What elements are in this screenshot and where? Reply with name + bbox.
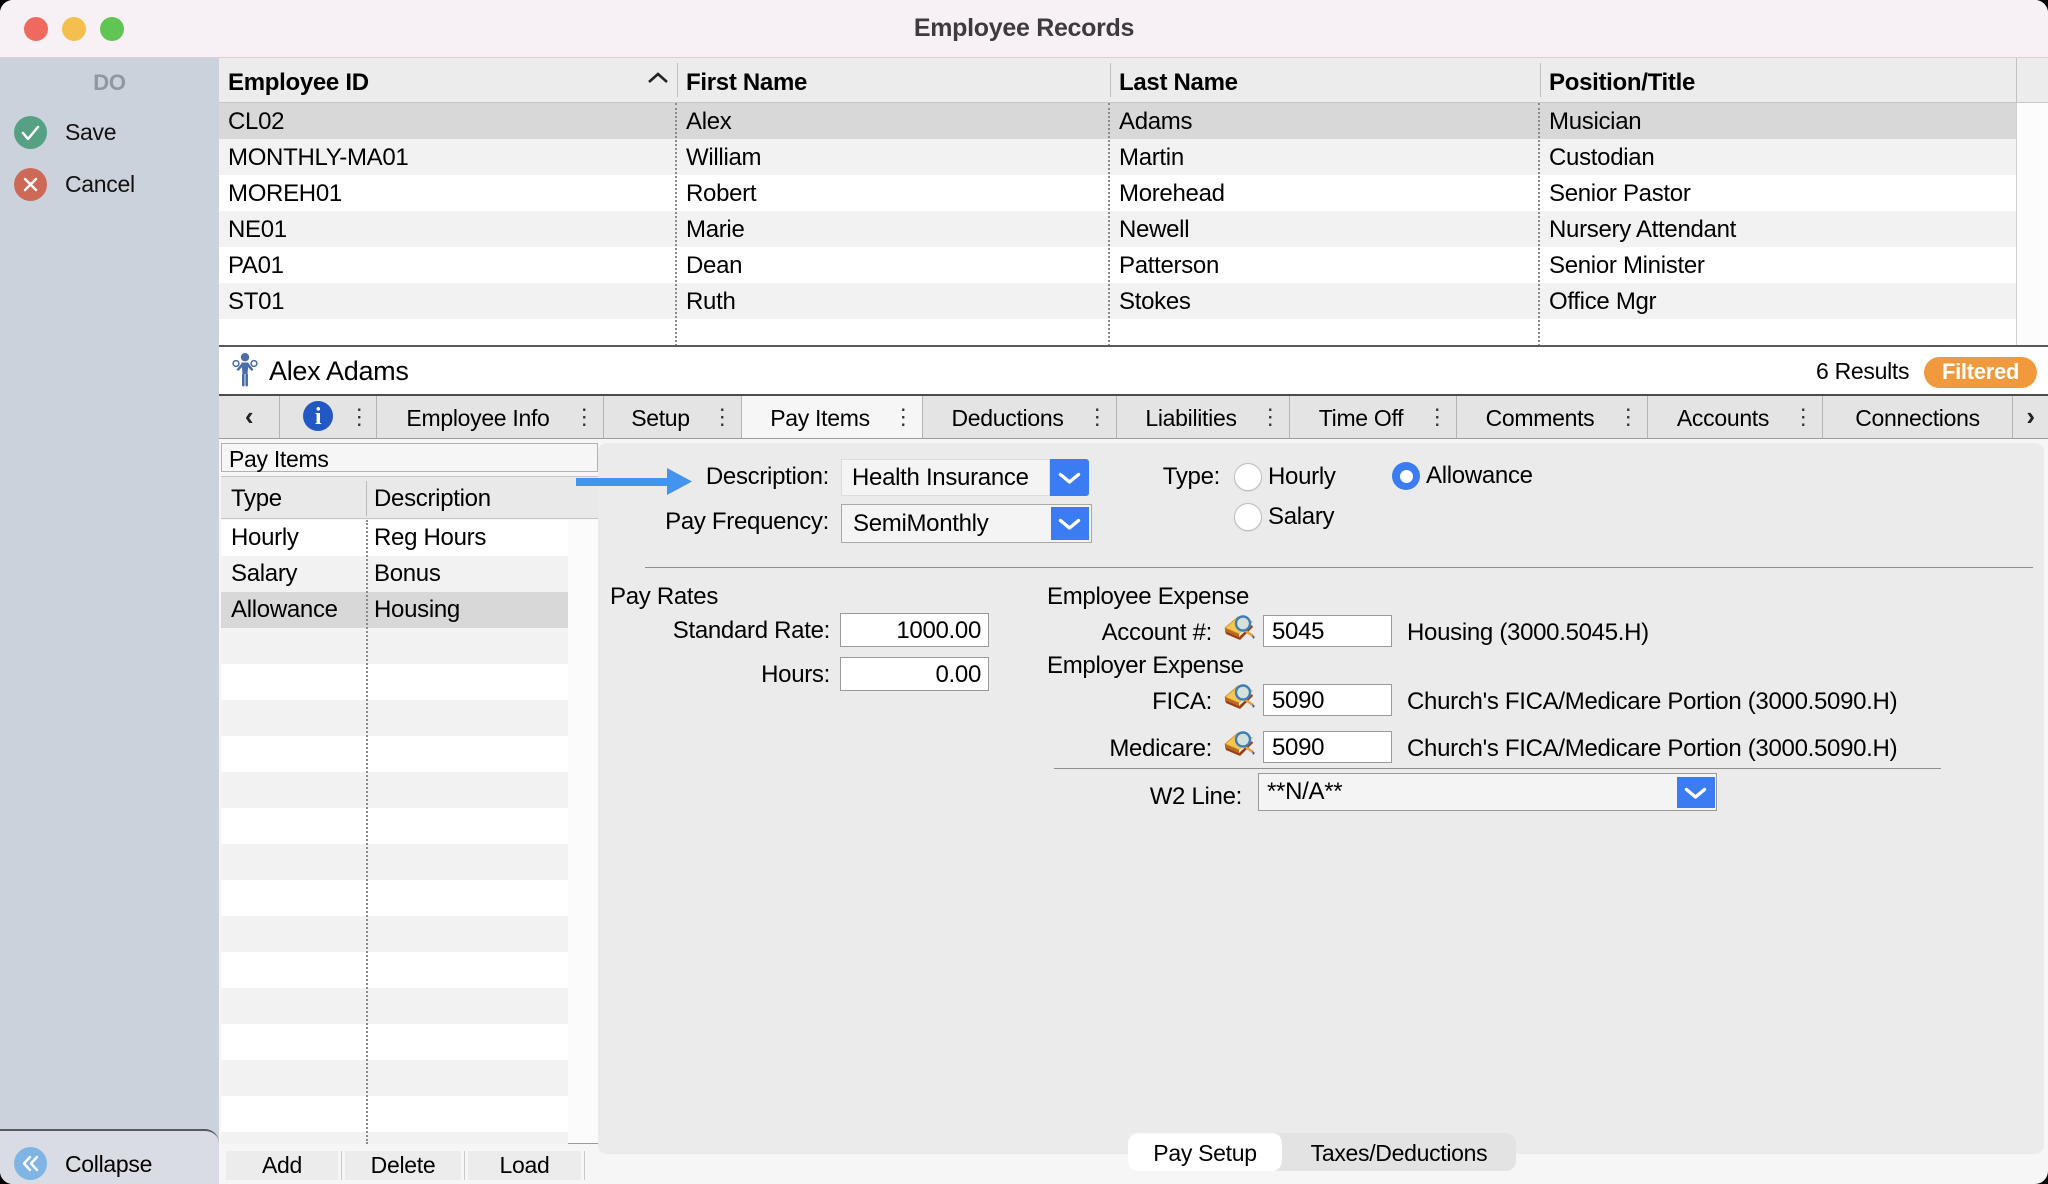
svg-text:i: i: [315, 404, 322, 430]
